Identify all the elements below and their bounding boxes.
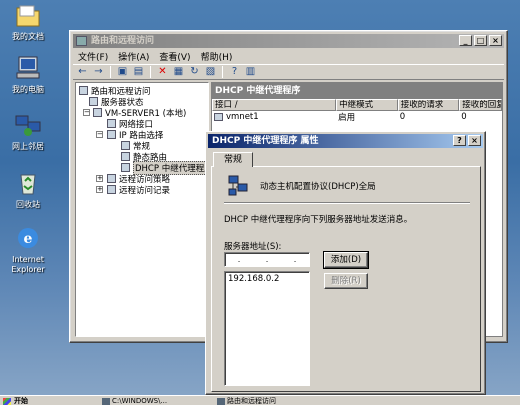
window-titlebar[interactable]: 路由和远程访问 _ □ × [73,34,504,48]
computer-icon [16,56,40,79]
taskbar-item-rras[interactable]: 路由和远程访问 [215,397,276,405]
window-title: 路由和远程访问 [91,36,155,46]
dialog-title: DHCP 中继代理程序 属性 [212,136,319,146]
cell-requests: 0 [399,112,406,122]
console-tree: 路由和远程访问 服务器状态 − VM-SERVER1 (本地) 网络接口 − I… [75,82,215,337]
tab-general[interactable]: 常规 [213,152,253,167]
protocol-label: 动态主机配置协议(DHCP)全局 [260,182,376,192]
column-relay-mode[interactable]: 中继模式 [336,99,398,111]
delete-icon[interactable]: ✕ [156,66,169,78]
properties-dialog: DHCP 中继代理程序 属性 ? × 常规 动态主机配置协议(DHCP)全局 D… [205,131,486,395]
taskbar-item-cmd[interactable]: C:\WINDOWS\... [100,397,167,405]
console-icon[interactable]: ▥ [244,66,257,78]
desktop-icon-label: Internet Explorer [11,255,45,274]
recycle-bin-icon [20,174,36,195]
add-button[interactable]: 添加(D) [323,251,369,269]
cell-replies: 0 [461,112,467,122]
tree-item-ip-routing[interactable]: IP 路由选择 [107,129,163,141]
tree-item-general[interactable]: 常规 [121,140,150,152]
expand-toggle[interactable]: + [96,175,103,182]
dialog-help-button[interactable]: ? [453,135,466,146]
svg-text:e: e [24,231,33,247]
desktop-icon-label: 我的电脑 [12,85,44,94]
desktop-icon-recycle-bin[interactable]: 回收站 [4,170,52,210]
server-icon [93,108,102,117]
collapse-toggle[interactable]: − [83,109,90,116]
menu-bar: 文件(F) 操作(A) 查看(V) 帮助(H) [73,49,504,63]
desktop-icon-network-places[interactable]: 网上邻居 [4,112,52,152]
cell-interface: vmnet1 [226,112,259,122]
expand-toggle[interactable]: + [96,186,103,193]
tree-item-rras[interactable]: 路由和远程访问 [79,85,151,97]
static-routes-icon [121,152,130,161]
column-headers: 接口 / 中继模式 接收的请求 接收的回复 [212,99,502,111]
tree-item-remote-access-policies[interactable]: 远程访问策略 [107,173,170,185]
server-address-input[interactable]: . . . [224,252,310,267]
server-status-icon [89,97,98,106]
description-text: DHCP 中继代理程序向下列服务器地址发送消息。 [224,215,413,225]
show-tree-icon[interactable]: ▤ [132,66,145,78]
network-icon [15,115,41,136]
server-list[interactable]: 192.168.0.2 [224,271,310,386]
taskbar: 开始 C:\WINDOWS\... 路由和远程访问 [0,395,520,405]
table-row[interactable]: vmnet1 启用 0 0 [212,111,502,123]
column-replies[interactable]: 接收的回复 [459,99,502,111]
app-icon [76,36,87,46]
logging-icon [107,185,116,194]
dhcp-network-icon [228,175,248,196]
desktop-icon-my-documents[interactable]: 我的文档 [4,2,52,42]
forward-arrow-icon[interactable]: → [92,66,105,78]
properties-icon[interactable]: ▦ [172,66,185,78]
divider [224,202,470,204]
tree-item-remote-access-logging[interactable]: 远程访问记录 [107,184,170,196]
tree-item-network-interfaces[interactable]: 网络接口 [107,118,153,130]
menu-action[interactable]: 操作(A) [113,50,154,63]
server-address-label: 服务器地址(S): [224,242,282,252]
help-icon[interactable]: ? [228,66,241,78]
dialog-titlebar[interactable]: DHCP 中继代理程序 属性 ? × [208,134,483,148]
maximize-button[interactable]: □ [474,35,487,46]
desktop-icon-my-computer[interactable]: 我的电脑 [4,55,52,95]
desktop-icon-label: 我的文档 [12,32,44,41]
menu-view[interactable]: 查看(V) [154,50,195,63]
refresh-icon[interactable]: ↻ [188,66,201,78]
cell-mode: 启用 [338,113,356,123]
tree-item-server[interactable]: VM-SERVER1 (本地) [93,107,186,119]
column-requests[interactable]: 接收的请求 [397,99,460,111]
general-icon [121,141,130,150]
menu-file[interactable]: 文件(F) [73,50,113,63]
export-icon[interactable]: ▧ [204,66,217,78]
up-folder-icon[interactable]: ▣ [116,66,129,78]
minimize-button[interactable]: _ [459,35,472,46]
back-arrow-icon[interactable]: ← [76,66,89,78]
column-interface[interactable]: 接口 / [212,99,337,111]
ip-routing-icon [107,130,116,139]
tree-item-dhcp-relay[interactable]: DHCP 中继代理程序 [121,160,215,175]
desktop-icon-internet-explorer[interactable]: e Internet Explorer [4,225,52,275]
interface-icon [214,113,223,121]
collapse-toggle[interactable]: − [96,131,103,138]
close-button[interactable]: × [489,35,502,46]
general-tab-panel: 动态主机配置协议(DHCP)全局 DHCP 中继代理程序向下列服务器地址发送消息… [211,166,481,392]
network-interfaces-icon [107,119,116,128]
menu-help[interactable]: 帮助(H) [196,50,238,63]
ie-icon: e [18,228,38,248]
list-item[interactable]: 192.168.0.2 [225,272,309,286]
desktop-icon-label: 回收站 [16,200,40,209]
desktop-icon-label: 网上邻居 [12,142,44,151]
folder-icon [16,5,40,27]
rras-icon [79,86,88,95]
dhcp-relay-icon [121,163,130,172]
policies-icon [107,174,116,183]
tree-item-server-status[interactable]: 服务器状态 [89,96,144,108]
remove-button[interactable]: 删除(R) [324,273,368,289]
dialog-close-button[interactable]: × [468,135,481,146]
start-button[interactable]: 开始 [2,397,28,405]
details-header: DHCP 中继代理程序 [212,83,502,99]
toolbar: ← → ▣ ▤ ✕ ▦ ↻ ▧ ? ▥ [73,64,504,80]
